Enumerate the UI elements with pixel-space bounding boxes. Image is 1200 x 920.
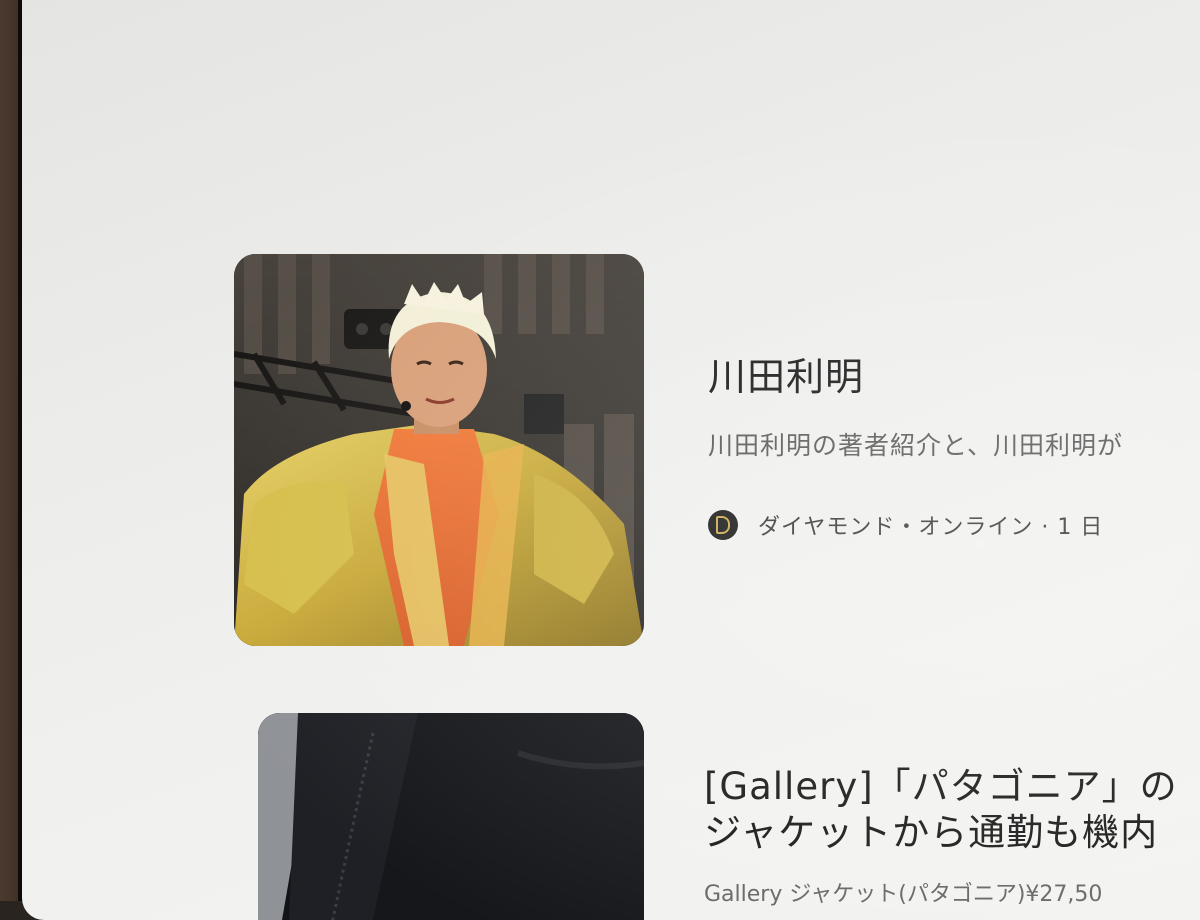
result-title[interactable]: 川田利明 xyxy=(708,346,864,401)
source-label: ダイヤモンド・オンライン · 1 日 xyxy=(758,515,1104,540)
result-title-line: ジャケットから通勤も機内 xyxy=(704,811,1159,854)
jacket-photo xyxy=(258,713,644,920)
result-snippet: Gallery ジャケット(パタゴニア)¥27,50 xyxy=(704,882,1103,907)
result-title-line: [Gallery]「パタゴニア」の xyxy=(704,765,1178,808)
diamond-online-logo-icon xyxy=(708,510,738,540)
result-thumbnail-jacket[interactable] xyxy=(258,713,644,920)
result-thumbnail-performer[interactable] xyxy=(234,254,644,646)
performer-photo xyxy=(234,254,644,646)
result-title[interactable]: [Gallery]「パタゴニア」の ジャケットから通勤も機内 xyxy=(704,764,1178,856)
result-snippet: 川田利明の著者紹介と、川田利明が xyxy=(708,431,1124,460)
screen: 川田利明 川田利明の著者紹介と、川田利明が ダイヤモンド・オンライン · 1 日… xyxy=(22,0,1200,920)
result-source[interactable]: ダイヤモンド・オンライン · 1 日 xyxy=(708,508,1103,542)
